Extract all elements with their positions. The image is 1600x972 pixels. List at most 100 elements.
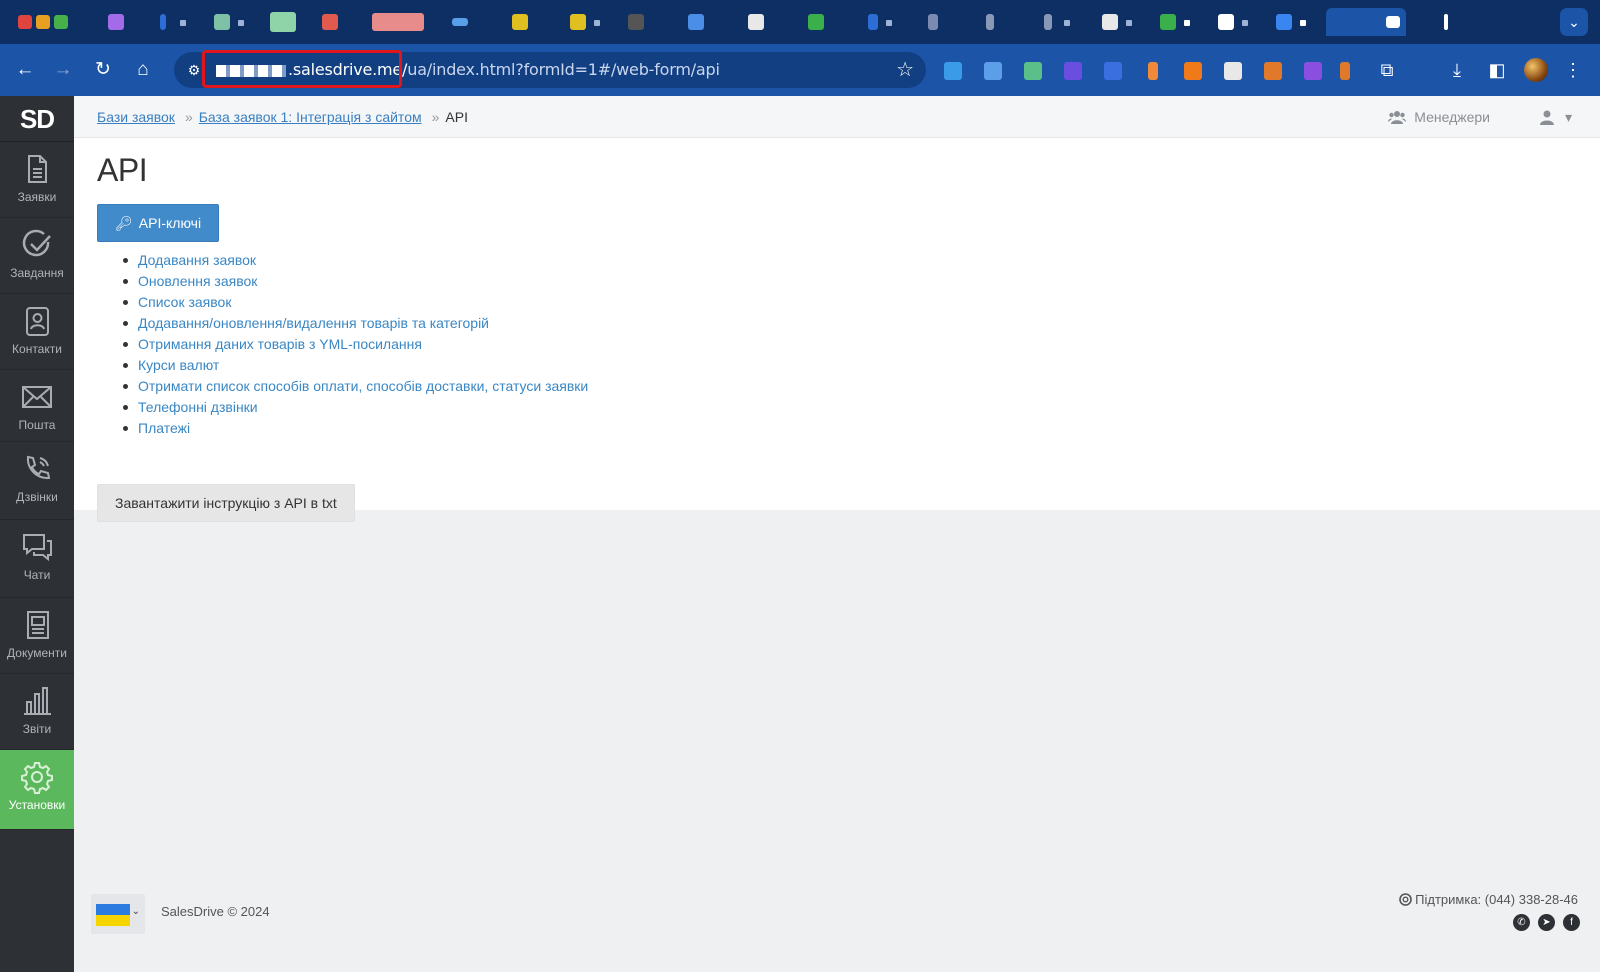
sidebar-item-mail[interactable]: Пошта	[0, 370, 74, 442]
sidebar-item-label: Завдання	[10, 266, 64, 280]
browser-tab[interactable]	[370, 8, 426, 36]
sidebar-item-label: Установки	[8, 798, 66, 812]
sidebar-item-label: Документи	[7, 646, 67, 660]
telegram-icon[interactable]: ➤	[1538, 914, 1555, 931]
sidebar-item-calls[interactable]: Дзвінки	[0, 442, 74, 520]
api-link-yml-products[interactable]: Отримання даних товарів з YML-посилання	[138, 336, 422, 352]
browser-tab[interactable]	[620, 8, 676, 36]
breadcrumb-link-order-base-1[interactable]: База заявок 1: Інтеграція з сайтом	[199, 109, 422, 125]
extension-icon[interactable]	[984, 62, 1002, 80]
api-keys-button[interactable]: 🔑︎ API-ключі	[97, 204, 220, 242]
app-logo[interactable]: SD	[0, 96, 74, 142]
browser-tab[interactable]	[504, 8, 560, 36]
browser-tab[interactable]	[860, 8, 916, 36]
bar-chart-icon	[24, 687, 51, 715]
download-api-instructions-button[interactable]: Завантажити інструкцію з API в txt	[97, 484, 355, 522]
side-panel-icon[interactable]: ◧	[1482, 55, 1512, 85]
browser-tab[interactable]	[1152, 8, 1208, 36]
browser-tab[interactable]	[1210, 8, 1266, 36]
api-link-update-orders[interactable]: Оновлення заявок	[138, 273, 257, 289]
reload-icon[interactable]: ↻	[88, 55, 118, 85]
sidebar-item-label: Заявки	[17, 190, 57, 204]
api-link-orders-list[interactable]: Список заявок	[138, 294, 231, 310]
tab-search-chevron-icon[interactable]: ⌄	[1560, 8, 1588, 36]
extension-icon[interactable]	[1340, 62, 1350, 80]
key-icon: 🔑︎	[115, 215, 133, 231]
extension-icon[interactable]	[1224, 62, 1242, 80]
contacts-book-icon	[26, 307, 49, 336]
sidebar-item-settings[interactable]: Установки	[0, 750, 74, 830]
breadcrumb-link-order-bases[interactable]: Бази заявок	[97, 109, 175, 125]
api-link-currency-rates[interactable]: Курси валют	[138, 357, 219, 373]
sidebar-item-label: Звіти	[22, 722, 52, 736]
browser-tab[interactable]	[978, 8, 1034, 36]
extensions-puzzle-icon[interactable]: ⧉	[1372, 55, 1402, 85]
browser-tab[interactable]	[1036, 8, 1092, 36]
sidebar-item-contacts[interactable]: Контакти	[0, 294, 74, 370]
extension-icon[interactable]	[1148, 62, 1158, 80]
api-link-add-orders[interactable]: Додавання заявок	[138, 252, 256, 268]
profile-avatar[interactable]	[1524, 58, 1548, 82]
browser-tab[interactable]	[444, 8, 500, 36]
api-link-products-categories[interactable]: Додавання/оновлення/видалення товарів та…	[138, 315, 489, 331]
sidebar-item-orders[interactable]: Заявки	[0, 142, 74, 218]
managers-label: Менеджери	[1414, 109, 1490, 125]
checkmark-circle-icon	[22, 229, 51, 257]
phone-icon	[26, 455, 51, 480]
caret-down-icon: ▾	[1564, 109, 1572, 125]
browser-tab-active[interactable]	[1326, 8, 1406, 36]
back-arrow-icon[interactable]: ←	[10, 55, 40, 85]
extension-icon[interactable]	[1024, 62, 1042, 80]
gear-icon	[21, 762, 53, 794]
user-menu[interactable]: ▾	[1539, 96, 1572, 138]
list-item: Оновлення заявок	[122, 271, 588, 292]
lifebuoy-icon	[1399, 893, 1412, 906]
list-item: Курси валют	[122, 355, 588, 376]
browser-tab[interactable]	[920, 8, 976, 36]
browser-tab[interactable]	[800, 8, 856, 36]
support-info: Підтримка: (044) 338-28-46	[1399, 892, 1578, 907]
sidebar-item-reports[interactable]: Звіти	[0, 674, 74, 750]
api-link-phone-calls[interactable]: Телефонні дзвінки	[138, 399, 258, 415]
extension-icon[interactable]	[1104, 62, 1122, 80]
url-highlight-box	[202, 50, 402, 88]
address-bar[interactable]: ⚙ .salesdrive.me/ua/index.html?formId=1#…	[174, 50, 926, 88]
list-item: Додавання/оновлення/видалення товарів та…	[122, 313, 588, 334]
browser-tab[interactable]	[100, 8, 156, 36]
app-sidebar: SD Заявки Завдання Контакти Пошта Дзвінк…	[0, 96, 74, 972]
extension-icon[interactable]	[1264, 62, 1282, 80]
browser-tab[interactable]	[562, 8, 618, 36]
more-menu-icon[interactable]: ⋮	[1558, 55, 1588, 85]
browser-tab[interactable]	[1094, 8, 1150, 36]
language-selector[interactable]: ⌄	[91, 894, 145, 934]
browser-tab[interactable]	[152, 8, 208, 36]
api-link-payments[interactable]: Платежі	[138, 420, 190, 436]
browser-tab[interactable]	[740, 8, 796, 36]
api-panel: API 🔑︎ API-ключі Додавання заявок Оновлен…	[74, 138, 1600, 522]
api-link-payment-delivery-statuses[interactable]: Отримати список способів оплати, способі…	[138, 378, 588, 394]
sidebar-item-documents[interactable]: Документи	[0, 598, 74, 674]
breadcrumb-current: API	[445, 109, 468, 125]
managers-button[interactable]: Менеджери	[1388, 96, 1490, 138]
extension-icon[interactable]	[944, 62, 962, 80]
star-icon[interactable]: ☆	[896, 52, 914, 88]
forward-arrow-icon[interactable]: →	[48, 55, 78, 85]
list-item: Платежі	[122, 418, 588, 439]
top-bar: Бази заявок » База заявок 1: Інтеграція з …	[74, 96, 1600, 138]
download-icon[interactable]: ⤓	[1442, 55, 1472, 85]
viber-icon[interactable]: ✆	[1513, 914, 1530, 931]
browser-tab[interactable]	[262, 8, 318, 36]
home-icon[interactable]: ⌂	[128, 55, 158, 85]
extension-icon[interactable]	[1184, 62, 1202, 80]
browser-tab[interactable]	[206, 8, 262, 36]
extension-icon[interactable]	[1304, 62, 1322, 80]
extension-icon[interactable]	[1064, 62, 1082, 80]
sidebar-item-chats[interactable]: Чати	[0, 520, 74, 598]
browser-tab[interactable]	[1412, 8, 1468, 36]
browser-tab[interactable]	[1268, 8, 1324, 36]
sidebar-item-tasks[interactable]: Завдання	[0, 218, 74, 294]
facebook-icon[interactable]: f	[1563, 914, 1580, 931]
sidebar-item-label: Дзвінки	[16, 490, 58, 504]
browser-tab[interactable]	[680, 8, 736, 36]
browser-tab[interactable]	[314, 8, 370, 36]
